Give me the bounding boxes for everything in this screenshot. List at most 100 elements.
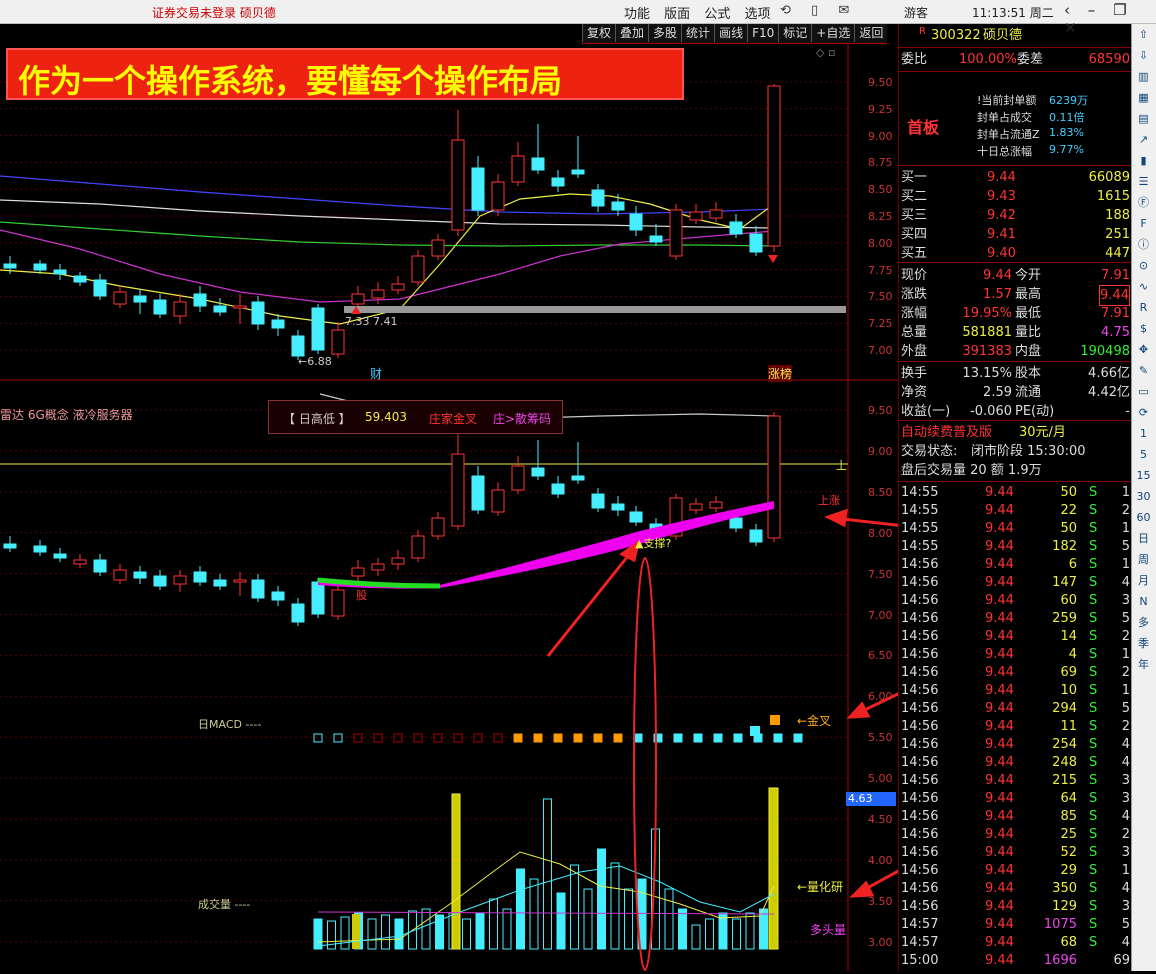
tick-row[interactable]: 14:57 9.44 1075 S 5 (899, 916, 1132, 934)
tool-back[interactable]: 返回 (854, 24, 887, 42)
tick-row[interactable]: 14:56 9.44 215 S 3 (899, 772, 1132, 790)
tool-multi-stock[interactable]: 多股 (648, 24, 681, 42)
bid-row[interactable]: 买三 9.42 188 (899, 206, 1132, 225)
tick-row[interactable]: 14:56 9.44 6 S 1 (899, 556, 1132, 574)
finance-marker[interactable]: 财 (370, 365, 382, 382)
tick-row[interactable]: 14:56 9.44 29 S 1 (899, 862, 1132, 880)
tool-add-watch[interactable]: +自选 (811, 24, 854, 42)
sidebar-arrow-up-icon[interactable]: ⇧ (1132, 24, 1155, 45)
kline-chart-svg[interactable] (0, 24, 1031, 971)
tick-row[interactable]: 14:56 9.44 64 S 3 (899, 790, 1132, 808)
tick-row[interactable]: 14:56 9.44 129 S 3 (899, 898, 1132, 916)
period-button[interactable]: 60 (1132, 507, 1155, 528)
mail-icon[interactable]: ✉ (838, 3, 849, 18)
period-button[interactable]: 日 (1132, 528, 1155, 549)
tick-row[interactable]: 14:56 9.44 25 S 2 (899, 826, 1132, 844)
period-button[interactable]: N (1132, 591, 1155, 612)
candle-body (431, 517, 445, 537)
tick-row[interactable]: 14:56 9.44 10 S 1 (899, 682, 1132, 700)
period-button[interactable]: 15 (1132, 465, 1155, 486)
tick-row[interactable]: 14:56 9.44 147 S 4 (899, 574, 1132, 592)
sidebar-money-icon[interactable]: $ (1132, 318, 1155, 339)
tick-row[interactable]: 14:56 9.44 4 S 1 (899, 646, 1132, 664)
tick-row[interactable]: 14:56 9.44 60 S 3 (899, 592, 1132, 610)
user-label[interactable]: 游客 (904, 4, 928, 21)
tick-row[interactable]: 14:55 9.44 182 S 5 (899, 538, 1132, 556)
menu-options[interactable]: 选项 (744, 7, 770, 22)
volume-bar (381, 914, 390, 950)
tool-draw[interactable]: 画线 (714, 24, 747, 42)
tool-overlay[interactable]: 叠加 (615, 24, 648, 42)
sidebar-grid-icon[interactable]: ▦ (1132, 87, 1155, 108)
minimize-icon[interactable]: – (1088, 1, 1096, 19)
tool-mark[interactable]: 标记 (778, 24, 811, 42)
tick-row[interactable]: 14:55 9.44 50 S 1 (899, 484, 1132, 502)
sidebar-book-icon[interactable]: ▭ (1132, 381, 1155, 402)
tick-row[interactable]: 15:00 9.44 1696 69 (899, 952, 1132, 970)
period-button[interactable]: 30 (1132, 486, 1155, 507)
refresh-icon[interactable]: ⟲ (780, 3, 791, 18)
limit-up-marker[interactable]: 涨榜 (768, 365, 793, 382)
promo-text[interactable]: 自动续费普及版 (901, 423, 992, 442)
tick-row[interactable]: 14:56 9.44 14 S 2 (899, 628, 1132, 646)
sidebar-kline-icon[interactable]: ▥ (1132, 66, 1155, 87)
sidebar-wave-icon[interactable]: ∿ (1132, 276, 1155, 297)
tick-price: 9.44 (985, 719, 1014, 734)
volume-bar (732, 918, 741, 950)
sidebar-move-icon[interactable]: ✥ (1132, 339, 1155, 360)
stock-code[interactable]: 300322 (931, 26, 981, 45)
tick-row[interactable]: 14:56 9.44 259 S 5 (899, 610, 1132, 628)
sidebar-chart-icon[interactable]: ↗ (1132, 129, 1155, 150)
tick-row[interactable]: 14:55 9.44 50 S 1 (899, 520, 1132, 538)
sidebar-clock-icon[interactable]: ⊙ (1132, 255, 1155, 276)
sidebar-arrow-down-icon[interactable]: ⇩ (1132, 45, 1155, 66)
sidebar-refresh-icon[interactable]: ⟳ (1132, 402, 1155, 423)
kline-chart-area[interactable]: 复权 叠加 多股 统计 画线 F10 标记 +自选 返回 ◇ ▫ 作为一个操作系统，要懂每个操作… (0, 24, 1031, 971)
back-icon[interactable]: ‹ (1064, 1, 1070, 19)
sidebar-list-icon[interactable]: ☰ (1132, 171, 1155, 192)
panel-options-icon[interactable]: ◇ ▫ (816, 46, 835, 59)
sidebar-info-icon[interactable]: ⓘ (1132, 234, 1155, 255)
period-button[interactable]: 月 (1132, 570, 1155, 591)
tool-f10[interactable]: F10 (747, 24, 778, 42)
tool-restore-right[interactable]: 复权 (582, 24, 615, 42)
sidebar-fund-icon[interactable]: Ⓕ (1132, 192, 1155, 213)
tick-row[interactable]: 14:56 9.44 85 S 4 (899, 808, 1132, 826)
tick-row[interactable]: 14:56 9.44 350 S 4 (899, 880, 1132, 898)
menu-function[interactable]: 功能 (624, 7, 650, 22)
sidebar-rsi-icon[interactable]: R (1132, 297, 1155, 318)
period-button[interactable]: 多 (1132, 612, 1155, 633)
tick-row[interactable]: 14:57 9.44 68 S 4 (899, 934, 1132, 952)
weibi-row: 委比 100.00% 委差 68590 (899, 50, 1132, 69)
maximize-icon[interactable]: ❐ (1113, 1, 1126, 19)
stock-name[interactable]: 硕贝德 (983, 26, 1022, 45)
tick-row[interactable]: 14:56 9.44 294 S 5 (899, 700, 1132, 718)
tick-count: 2 (1121, 629, 1130, 644)
tick-row[interactable]: 14:56 9.44 11 S 2 (899, 718, 1132, 736)
promo-price[interactable]: 30元/月 (1019, 423, 1066, 442)
period-button[interactable]: 年 (1132, 654, 1155, 675)
sidebar-bar-icon[interactable]: ▮ (1132, 150, 1155, 171)
phone-icon[interactable]: ▯ (811, 3, 818, 18)
promo-row[interactable]: 自动续费普及版 30元/月 (899, 423, 1132, 442)
menu-formula[interactable]: 公式 (704, 7, 730, 22)
sidebar-f10-icon[interactable]: F (1132, 213, 1155, 234)
tick-row[interactable]: 14:55 9.44 22 S 2 (899, 502, 1132, 520)
tick-row[interactable]: 14:56 9.44 69 S 2 (899, 664, 1132, 682)
sidebar-pen-icon[interactable]: ✎ (1132, 360, 1155, 381)
tool-stats[interactable]: 统计 (681, 24, 714, 42)
bid-row[interactable]: 买四 9.41 251 (899, 225, 1132, 244)
menu-layout[interactable]: 版面 (664, 7, 690, 22)
bid-volume: 188 (1105, 208, 1130, 223)
sidebar-table-icon[interactable]: ▤ (1132, 108, 1155, 129)
bid-row[interactable]: 买一 9.44 66089 (899, 168, 1132, 187)
period-button[interactable]: 季 (1132, 633, 1155, 654)
tick-row[interactable]: 14:56 9.44 52 S 3 (899, 844, 1132, 862)
period-button[interactable]: 周 (1132, 549, 1155, 570)
tick-row[interactable]: 14:56 9.44 254 S 4 (899, 736, 1132, 754)
period-button[interactable]: 5 (1132, 444, 1155, 465)
bid-row[interactable]: 买五 9.40 447 (899, 244, 1132, 263)
tick-row[interactable]: 14:56 9.44 248 S 4 (899, 754, 1132, 772)
period-button[interactable]: 1 (1132, 423, 1155, 444)
bid-row[interactable]: 买二 9.43 1615 (899, 187, 1132, 206)
